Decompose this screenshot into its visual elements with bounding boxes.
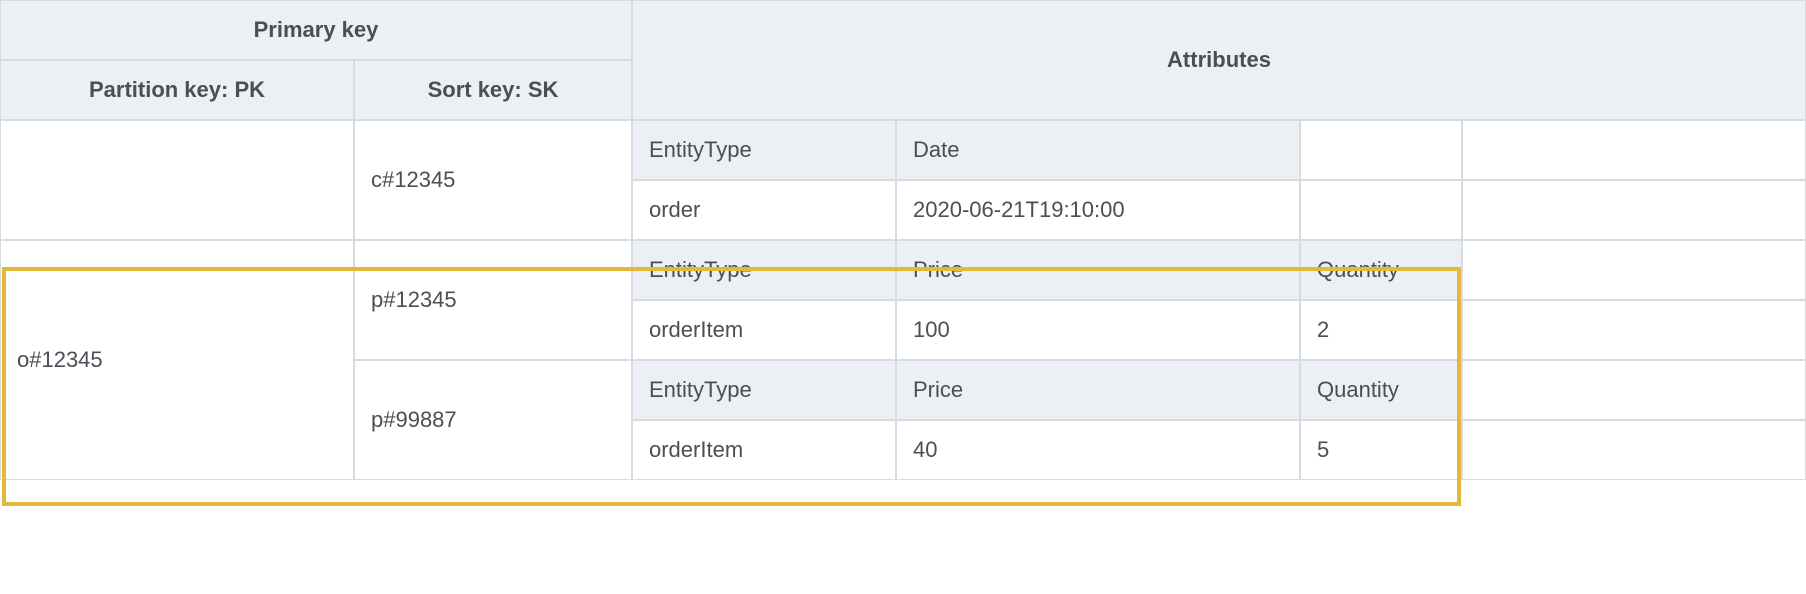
attr-header-empty (1300, 120, 1462, 180)
attr-value: 2 (1300, 300, 1462, 360)
attr-tail-empty (1462, 360, 1806, 420)
attr-header: EntityType (632, 240, 896, 300)
attr-value: 40 (896, 420, 1300, 480)
attr-value: 5 (1300, 420, 1462, 480)
attr-header: Quantity (1300, 240, 1462, 300)
table-pk-cell: o#12345 (0, 240, 354, 480)
attr-value: 2020-06-21T19:10:00 (896, 180, 1300, 240)
table-grid: Primary key Attributes Partition key: PK… (0, 0, 1806, 480)
header-sort-key: Sort key: SK (354, 60, 632, 120)
attr-tail-empty (1462, 180, 1806, 240)
table-sk-cell: p#12345 (354, 240, 632, 360)
table-sk-cell: p#99887 (354, 360, 632, 480)
dynamodb-table: Primary key Attributes Partition key: PK… (0, 0, 1806, 480)
attr-tail-empty (1462, 240, 1806, 300)
attr-header: EntityType (632, 360, 896, 420)
attr-value: orderItem (632, 300, 896, 360)
attr-header: Quantity (1300, 360, 1462, 420)
attr-tail-empty (1462, 420, 1806, 480)
attr-tail-empty (1462, 120, 1806, 180)
attr-value: 100 (896, 300, 1300, 360)
attr-header: Price (896, 360, 1300, 420)
header-primary-key: Primary key (0, 0, 632, 60)
attr-header: EntityType (632, 120, 896, 180)
attr-value: orderItem (632, 420, 896, 480)
attr-header: Price (896, 240, 1300, 300)
header-partition-key: Partition key: PK (0, 60, 354, 120)
attr-value: order (632, 180, 896, 240)
table-pk-cell (0, 120, 354, 240)
attr-header: Date (896, 120, 1300, 180)
table-sk-cell: c#12345 (354, 120, 632, 240)
attr-tail-empty (1462, 300, 1806, 360)
header-attributes: Attributes (632, 0, 1806, 120)
attr-value-empty (1300, 180, 1462, 240)
